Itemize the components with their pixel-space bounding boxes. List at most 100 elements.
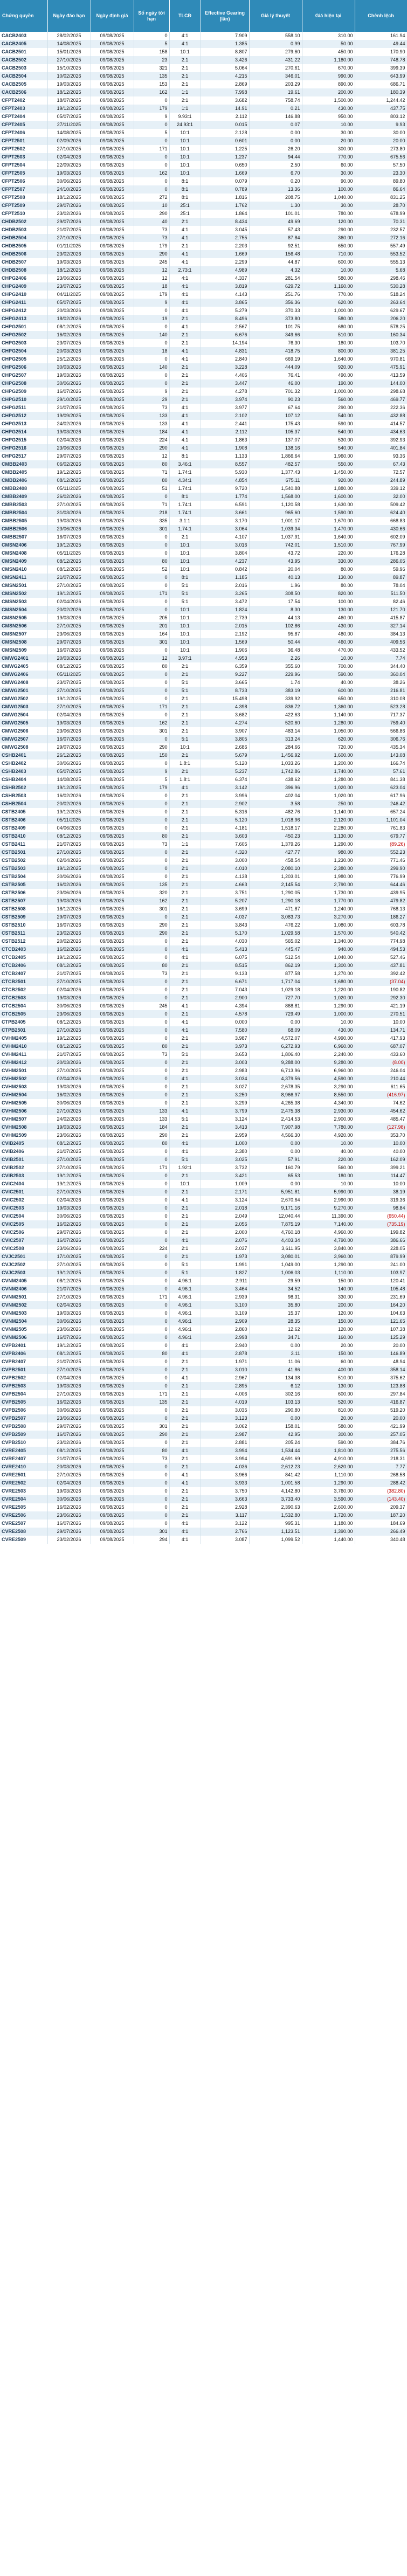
col-header-theoretical-price[interactable]: Giá lý thuyết: [249, 0, 302, 32]
table-row[interactable]: CMWG2501 27/10/2025 09/08/2025 0 5:1 8.733 383…: [0, 687, 407, 695]
table-row[interactable]: CVIB2502 27/10/2025 09/08/2025 171 1.92:1 3.7…: [0, 1164, 407, 1172]
table-row[interactable]: CHDB2507 19/03/2026 09/08/2025 245 4:1 2.299 4…: [0, 258, 407, 266]
table-row[interactable]: CMBB2408 05/11/2025 09/08/2025 51 1.74:1 9.72…: [0, 485, 407, 493]
table-row[interactable]: CVIC2505 16/02/2026 09/08/2025 0 2:1 2.056 7,8…: [0, 1220, 407, 1228]
table-row[interactable]: CMBB2505 19/03/2026 09/08/2025 335 3.1:1 3.17…: [0, 517, 407, 525]
table-row[interactable]: CSTB2512 20/02/2026 09/08/2025 0 2:1 4.030 565…: [0, 937, 407, 945]
table-row[interactable]: CTCB2405 19/12/2025 09/08/2025 0 4:1 6.075 512…: [0, 954, 407, 962]
table-row[interactable]: CACB2503 15/10/2025 09/08/2025 321 2:1 5.064 2…: [0, 64, 407, 72]
table-row[interactable]: CMWG2507 16/07/2026 09/08/2025 0 5:1 3.805 313…: [0, 735, 407, 743]
table-row[interactable]: CVIC2506 29/07/2026 09/08/2025 0 2:1 2.000 4,7…: [0, 1228, 407, 1237]
table-row[interactable]: CMWG2506 23/06/2026 09/08/2025 301 2:1 3.907 4…: [0, 727, 407, 735]
table-row[interactable]: CVIB2406 21/07/2025 09/08/2025 0 4:1 2.380 0.0…: [0, 1148, 407, 1156]
table-row[interactable]: CHDB2504 27/10/2025 09/08/2025 73 4:1 2.755 87…: [0, 234, 407, 242]
table-row[interactable]: CSTB2405 19/12/2025 09/08/2025 0 2:1 5.316 482…: [0, 808, 407, 816]
table-row[interactable]: CVRE2502 02/04/2026 09/08/2025 0 4:1 3.933 1,0…: [0, 1479, 407, 1487]
table-row[interactable]: CHDB2506 23/02/2026 09/08/2025 290 4:1 1.669 1…: [0, 250, 407, 258]
table-row[interactable]: CVPB2508 29/07/2026 09/08/2025 301 2:1 3.062 1…: [0, 1422, 407, 1431]
table-row[interactable]: CHPG2514 19/03/2026 09/08/2025 184 4:1 2.112 1…: [0, 428, 407, 436]
table-row[interactable]: CFPT2504 22/09/2025 09/08/2025 0 10:1 0.650 2.…: [0, 161, 407, 169]
table-row[interactable]: CVHM2507 24/02/2026 09/08/2025 133 5:1 3.124 2…: [0, 1115, 407, 1123]
table-row[interactable]: CVPB2503 19/03/2026 09/08/2025 0 2:1 2.895 6.1…: [0, 1382, 407, 1390]
table-row[interactable]: CSTB2409 04/06/2026 09/08/2025 0 2:1 4.181 1,5…: [0, 824, 407, 832]
table-row[interactable]: CMBB2409 26/02/2026 09/08/2025 0 8:1 1.774 1,5…: [0, 493, 407, 501]
table-row[interactable]: CMBB2403 06/02/2026 09/08/2025 80 3.46:1 8.55…: [0, 460, 407, 468]
table-row[interactable]: CSHB2401 26/12/2025 09/08/2025 150 2:1 5.679 1…: [0, 751, 407, 759]
col-header-conversion-ratio[interactable]: TLCĐ: [169, 0, 201, 32]
table-row[interactable]: CHPG2409 23/07/2025 09/08/2025 18 4:1 3.819 62…: [0, 282, 407, 291]
table-row[interactable]: CVPB2507 23/06/2026 09/08/2025 0 2:1 3.123 0.0…: [0, 1414, 407, 1422]
table-row[interactable]: CHPG2502 16/02/2026 09/08/2025 140 2:1 6.676 3…: [0, 331, 407, 339]
table-row[interactable]: CFPT2501 02/09/2026 09/08/2025 0 10:1 0.601 0.…: [0, 137, 407, 145]
table-row[interactable]: CACB2501 15/01/2026 09/08/2025 158 10:1 8.807…: [0, 48, 407, 56]
table-row[interactable]: CHPG2512 19/09/2025 09/08/2025 133 4:1 2.102 1…: [0, 412, 407, 420]
table-row[interactable]: CSTB2507 19/03/2026 09/08/2025 162 2:1 5.207 1…: [0, 897, 407, 905]
table-row[interactable]: CSHB2503 16/02/2026 09/08/2025 0 2:1 3.996 402…: [0, 792, 407, 800]
table-row[interactable]: CFPT2508 18/12/2025 09/08/2025 272 8:1 1.816 2…: [0, 194, 407, 202]
table-row[interactable]: CMSN2506 27/10/2025 09/08/2025 201 10:1 2.015…: [0, 622, 407, 630]
table-row[interactable]: CTCB2403 16/02/2026 09/08/2025 0 4:1 5.413 445…: [0, 945, 407, 954]
table-row[interactable]: CSTB2502 02/04/2026 09/08/2025 0 2:1 3.000 458…: [0, 857, 407, 865]
table-row[interactable]: CTCB2407 21/07/2025 09/08/2025 73 2:1 9.133 87…: [0, 970, 407, 978]
table-row[interactable]: CHDB2508 18/12/2025 09/08/2025 12 2.73:1 4.98…: [0, 266, 407, 274]
table-row[interactable]: CHPG2503 23/07/2025 09/08/2025 0 2:1 14.194 76…: [0, 339, 407, 347]
table-row[interactable]: CMBB2503 27/10/2025 09/08/2025 71 1.74:1 6.59…: [0, 501, 407, 509]
table-row[interactable]: CHPG2406 23/06/2026 09/08/2025 12 4:1 4.337 28…: [0, 274, 407, 282]
table-row[interactable]: CFPT2503 02/04/2026 09/08/2025 0 10:1 1.237 94…: [0, 153, 407, 161]
table-row[interactable]: CVHM2412 20/03/2026 09/08/2025 0 2:1 3.003 9,2…: [0, 1059, 407, 1067]
table-row[interactable]: CVHM2501 27/10/2025 09/08/2025 0 2:1 2.983 6,7…: [0, 1067, 407, 1075]
table-row[interactable]: CVPB2506 30/06/2026 09/08/2025 0 2:1 3.035 290…: [0, 1406, 407, 1414]
table-row[interactable]: CMSN2509 16/07/2026 09/08/2025 0 10:1 1.906 36…: [0, 646, 407, 654]
table-row[interactable]: CFPT2406 14/08/2025 09/08/2025 5 10:1 2.128 0.…: [0, 129, 407, 137]
table-row[interactable]: CSHB2402 30/06/2026 09/08/2025 0 1.8:1 5.120 1…: [0, 759, 407, 768]
table-row[interactable]: CACB2405 14/08/2025 09/08/2025 5 4:1 1.385 0.9…: [0, 40, 407, 48]
table-row[interactable]: CVHM2506 27/10/2025 09/08/2025 133 4:1 3.799 2…: [0, 1107, 407, 1115]
table-row[interactable]: CVIB2503 19/12/2025 09/08/2025 0 2:1 3.421 65.…: [0, 1172, 407, 1180]
table-row[interactable]: CSHB2502 19/12/2025 09/08/2025 179 4:1 3.142 3…: [0, 784, 407, 792]
table-row[interactable]: CMBB2507 16/07/2026 09/08/2025 0 2:1 4.107 1,0…: [0, 533, 407, 541]
table-row[interactable]: CFPT2405 27/11/2025 09/08/2025 0 24.93:1 0.01…: [0, 121, 407, 129]
table-row[interactable]: CHPG2508 30/06/2026 09/08/2025 0 2:1 3.447 46.…: [0, 379, 407, 388]
table-row[interactable]: CVRE2501 27/10/2025 09/08/2025 0 4:1 3.966 841…: [0, 1471, 407, 1479]
table-row[interactable]: CMSN2501 27/10/2025 09/08/2025 0 5:1 2.016 1.9…: [0, 582, 407, 590]
table-row[interactable]: CTCB2504 30/06/2026 09/08/2025 245 4:1 4.394 8…: [0, 1002, 407, 1010]
table-row[interactable]: CVPB2501 27/10/2025 09/08/2025 0 2:1 3.010 41.…: [0, 1366, 407, 1374]
table-row[interactable]: CVRE2407 21/07/2025 09/08/2025 73 2:1 3.994 4,…: [0, 1455, 407, 1463]
table-row[interactable]: CMSN2406 19/12/2025 09/08/2025 0 10:1 3.016 74…: [0, 541, 407, 549]
table-row[interactable]: CTPB2405 08/12/2025 09/08/2025 0 4:1 0.000 0.0…: [0, 1018, 407, 1026]
table-row[interactable]: CVRE2508 29/07/2026 09/08/2025 301 4:1 2.766 1…: [0, 1528, 407, 1536]
col-header-maturity-date[interactable]: Ngày đáo hạn: [47, 0, 91, 32]
table-row[interactable]: CHPG2505 25/12/2025 09/08/2025 0 4:1 2.840 669…: [0, 355, 407, 363]
table-row[interactable]: CHPG2510 29/10/2025 09/08/2025 29 2:1 3.974 90…: [0, 396, 407, 404]
table-row[interactable]: CSHB2403 05/07/2025 09/08/2025 9 2:1 5.237 1,7…: [0, 768, 407, 776]
table-row[interactable]: CFPT2510 23/02/2026 09/08/2025 290 25:1 1.864…: [0, 210, 407, 218]
table-row[interactable]: CSTB2511 23/02/2026 09/08/2025 290 2:1 5.170 1…: [0, 929, 407, 937]
table-row[interactable]: CVRE2506 23/06/2026 09/08/2025 0 2:1 3.117 1,5…: [0, 1511, 407, 1520]
col-header-valuation-date[interactable]: Ngày định giá: [91, 0, 134, 32]
table-row[interactable]: CACB2403 28/02/2025 09/08/2025 0 4:1 7.909 558…: [0, 32, 407, 40]
col-header-current-price[interactable]: Giá hiện tại: [302, 0, 355, 32]
table-row[interactable]: CMSN2502 19/12/2025 09/08/2025 171 5:1 3.265 3…: [0, 590, 407, 598]
table-row[interactable]: CVIB2501 27/10/2025 09/08/2025 0 5:1 3.025 57.…: [0, 1156, 407, 1164]
table-row[interactable]: CVHM2504 16/02/2026 09/08/2025 0 2:1 3.250 8,9…: [0, 1091, 407, 1099]
table-row[interactable]: CMBB2405 19/12/2025 09/08/2025 71 1.74:1 5.93…: [0, 468, 407, 476]
table-row[interactable]: CMSN2503 02/04/2026 09/08/2025 0 5:1 3.472 17.…: [0, 598, 407, 606]
table-row[interactable]: CFPT2509 29/07/2026 09/08/2025 10 25:1 1.762 1…: [0, 202, 407, 210]
table-row[interactable]: CVHM2508 19/03/2026 09/08/2025 184 2:1 3.413 7…: [0, 1123, 407, 1131]
table-row[interactable]: CVIC2504 30/06/2026 09/08/2025 0 2:1 2.049 12,…: [0, 1212, 407, 1220]
table-row[interactable]: CACB2504 10/02/2026 09/08/2025 135 2:1 4.215 3…: [0, 72, 407, 80]
table-row[interactable]: CVRE2503 19/03/2026 09/08/2025 0 2:1 3.750 4,1…: [0, 1487, 407, 1495]
table-row[interactable]: CVPB2401 19/12/2025 09/08/2025 0 4:1 2.940 0.0…: [0, 1342, 407, 1350]
table-row[interactable]: CHDB2503 21/07/2025 09/08/2025 73 4:1 3.045 57…: [0, 226, 407, 234]
table-row[interactable]: CSTB2504 30/06/2026 09/08/2025 0 2:1 4.138 1,2…: [0, 873, 407, 881]
table-row[interactable]: CHPG2509 16/07/2026 09/08/2025 9 2:1 4.278 701…: [0, 388, 407, 396]
table-row[interactable]: CHPG2507 19/03/2026 09/08/2025 0 2:1 4.406 76.…: [0, 371, 407, 379]
table-row[interactable]: CHPG2411 05/07/2025 09/08/2025 9 4:1 3.865 356…: [0, 299, 407, 307]
table-row[interactable]: CVJC2503 19/12/2025 09/08/2025 0 5:1 1.827 1,0…: [0, 1269, 407, 1277]
table-row[interactable]: CVHM2505 30/06/2026 09/08/2025 0 2:1 3.299 4,2…: [0, 1099, 407, 1107]
table-row[interactable]: CSTB2509 29/07/2026 09/08/2025 0 2:1 4.037 3,0…: [0, 913, 407, 921]
table-row[interactable]: CVPB2509 16/07/2026 09/08/2025 290 2:1 2.987 4…: [0, 1431, 407, 1439]
table-row[interactable]: CVRE2504 30/06/2026 09/08/2025 0 2:1 3.663 3,7…: [0, 1495, 407, 1503]
table-row[interactable]: CMWG2401 20/03/2026 09/08/2025 12 3.97:1 4.95…: [0, 654, 407, 662]
table-row[interactable]: CSTB2506 23/06/2026 09/08/2025 320 2:1 3.751 1…: [0, 889, 407, 897]
